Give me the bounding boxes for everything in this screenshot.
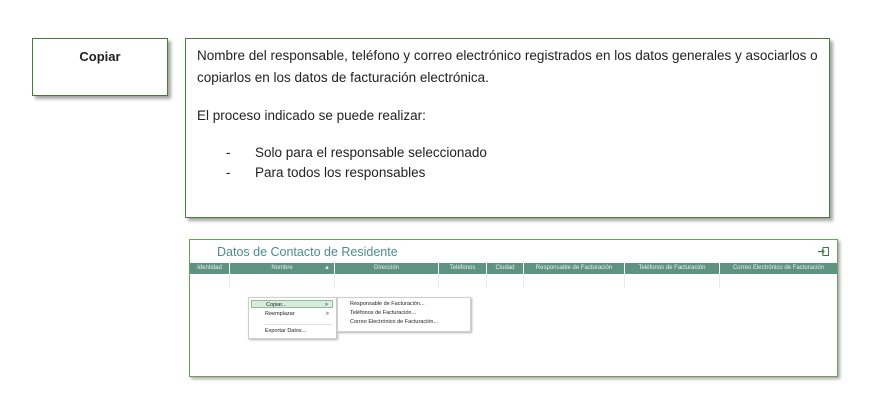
menu-item-exportar[interactable]: Exportar Datos... <box>251 327 333 335</box>
column-header-ciudad[interactable]: Ciudad <box>487 263 524 274</box>
submenu-item-telefonos[interactable]: Teléfonos de Facturación... <box>350 309 416 317</box>
submenu-item-correo[interactable]: Correo Electrónico de Facturación... <box>350 318 438 326</box>
list-item: Para todos los responsables <box>226 163 487 183</box>
copy-submenu: Responsable de Facturación... Teléfonos … <box>337 297 471 332</box>
column-header-direccion[interactable]: Dirección <box>335 263 439 274</box>
menu-item-copiar[interactable]: Copiar... > <box>251 300 333 308</box>
grid-body <box>190 274 837 288</box>
menu-item-label: Copiar... <box>266 302 287 308</box>
description-list: Solo para el responsable seleccionado Pa… <box>226 143 487 183</box>
description-paragraph: Nombre del responsable, teléfono y corre… <box>197 48 818 85</box>
app-window-screenshot: Datos de Contacto de Residente Identidad… <box>189 239 838 377</box>
context-menu: Copiar... > Reemplazar > Exportar Datos.… <box>248 297 337 339</box>
description-intro: El proceso indicado se puede realizar: <box>197 108 426 123</box>
description-box: Nombre del responsable, teléfono y corre… <box>185 38 830 218</box>
column-header-telefonos[interactable]: Teléfonos <box>439 263 487 274</box>
column-header-responsable[interactable]: Responsable de Facturación <box>524 263 625 274</box>
menu-item-label: Exportar Datos... <box>265 328 307 334</box>
column-header-nombre[interactable]: Nombre ▲ <box>230 263 335 274</box>
column-header-label: Nombre <box>271 265 293 271</box>
submenu-item-responsable[interactable]: Responsable de Facturación... <box>350 300 425 308</box>
menu-item-label: Reemplazar <box>265 311 295 317</box>
chevron-right-icon: > <box>324 302 328 308</box>
section-label: Copiar <box>79 49 121 64</box>
column-header-telefonos-facturacion[interactable]: Teléfonos de Facturación <box>625 263 720 274</box>
sort-ascending-icon: ▲ <box>324 265 330 271</box>
menu-item-reemplazar[interactable]: Reemplazar > <box>251 310 333 318</box>
chevron-right-icon: > <box>325 311 329 317</box>
section-label-box: Copiar <box>32 38 168 96</box>
column-header-identidad[interactable]: Identidad <box>190 263 230 274</box>
list-item: Solo para el responsable seleccionado <box>226 143 487 163</box>
grid-header: Identidad Nombre ▲ Dirección Teléfonos C… <box>190 263 837 274</box>
menu-separator <box>265 324 332 325</box>
window-title: Datos de Contacto de Residente <box>217 245 398 259</box>
exit-icon[interactable] <box>818 247 829 256</box>
column-header-correo[interactable]: Correo Electrónico de Facturación <box>720 263 837 274</box>
